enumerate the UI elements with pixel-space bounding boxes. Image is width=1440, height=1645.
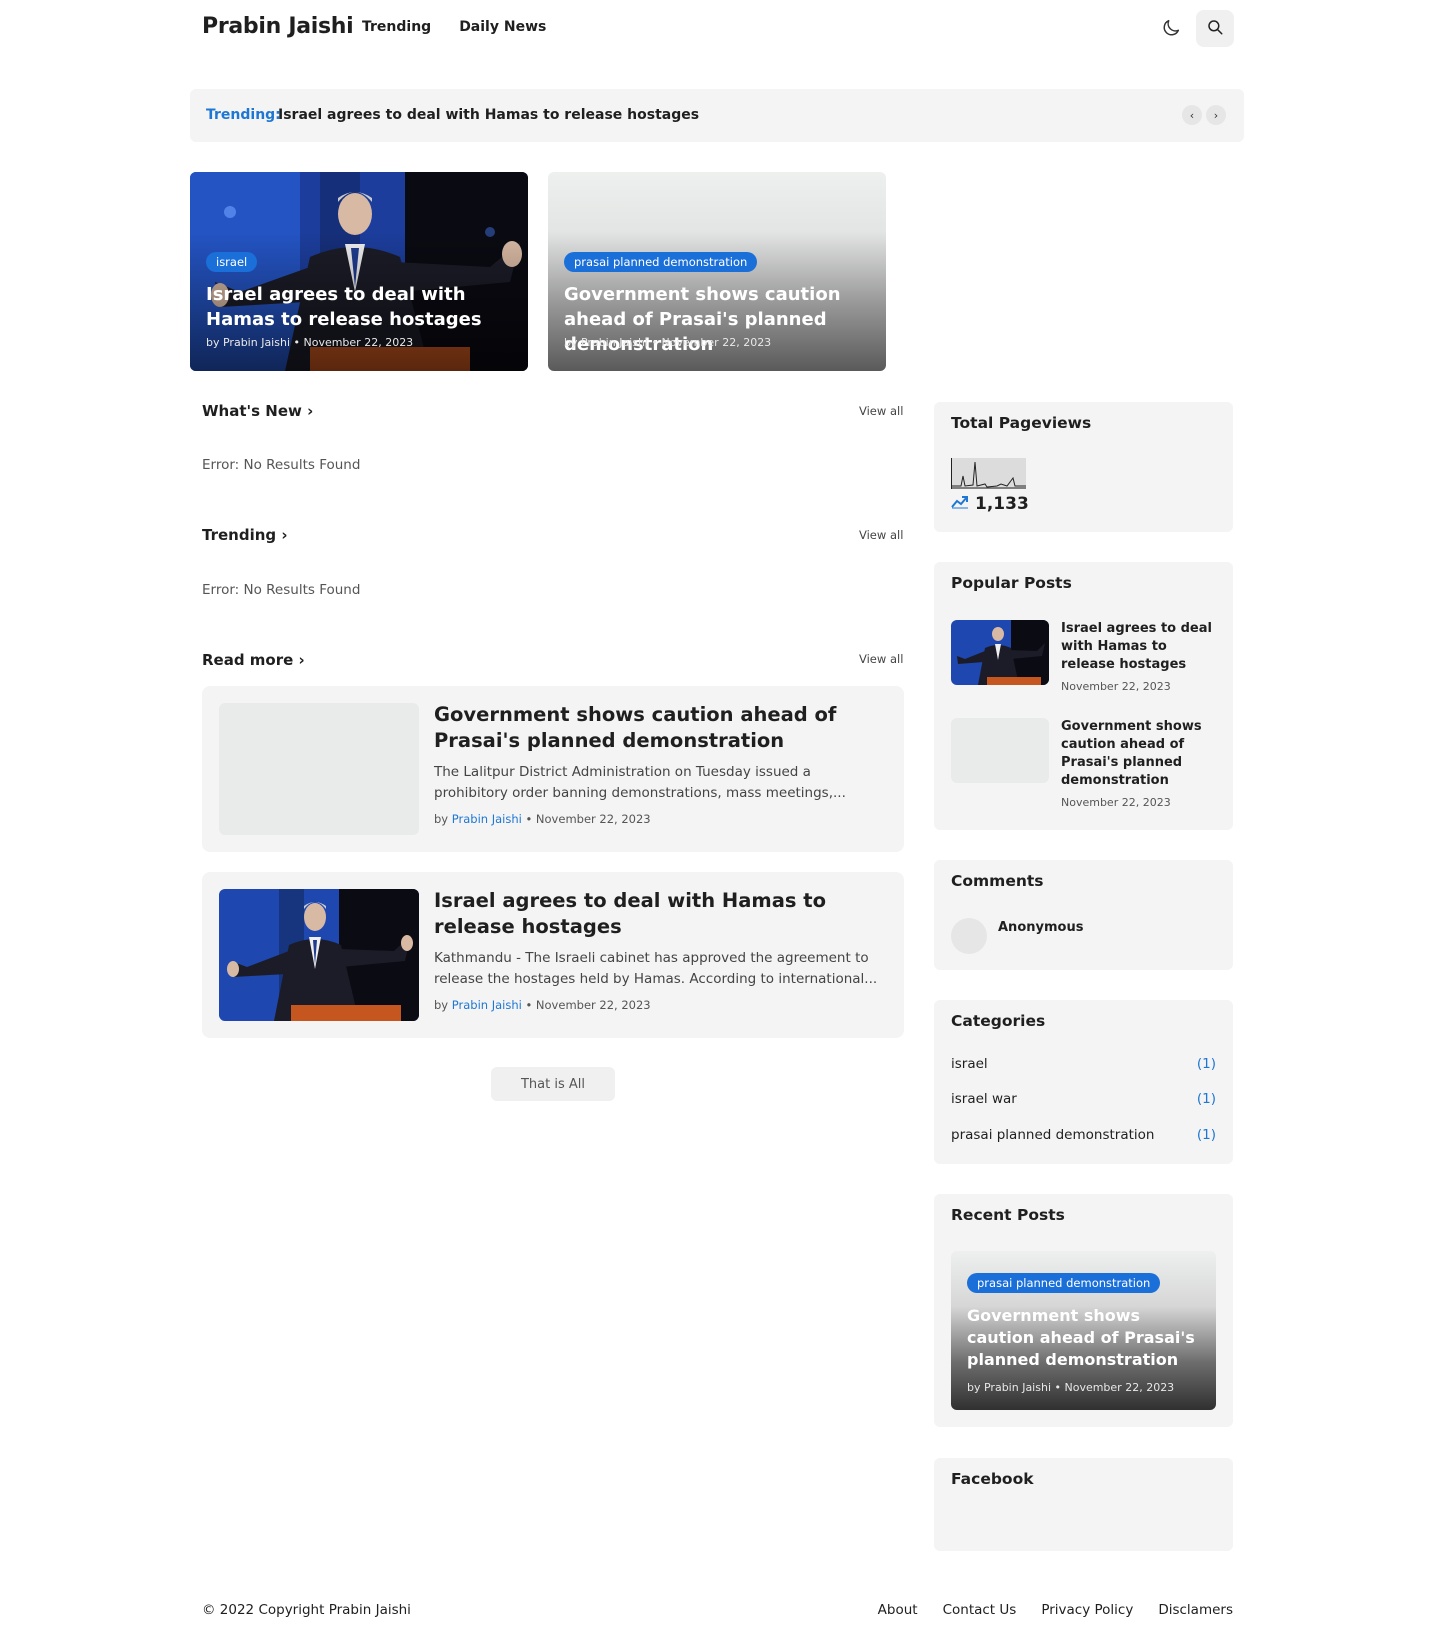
widget-title: Popular Posts — [951, 574, 1072, 592]
post-photo — [951, 620, 1049, 685]
error-message: Error: No Results Found — [202, 582, 361, 598]
ticker-label: Trending: — [206, 107, 281, 123]
recent-post-card[interactable]: prasai planned demonstration Government … — [951, 1251, 1216, 1410]
post-meta: by Prabin Jaishi • November 22, 2023 — [434, 998, 651, 1012]
section-heading-read-more[interactable]: Read more › — [202, 651, 305, 669]
category-tag[interactable]: prasai planned demonstration — [967, 1273, 1161, 1293]
widget-title: Total Pageviews — [951, 414, 1092, 432]
featured-meta: by Prabin Jaishi • November 22, 2023 — [564, 336, 772, 349]
footer-link-contact[interactable]: Contact Us — [943, 1602, 1017, 1618]
commenter-name[interactable]: Anonymous — [998, 920, 1083, 935]
post-snippet: The Lalitpur District Administration on … — [434, 764, 846, 801]
site-logo[interactable]: Prabin Jaishi — [202, 14, 354, 39]
view-all-link[interactable]: View all — [859, 404, 903, 418]
post-thumbnail[interactable] — [951, 620, 1049, 685]
popular-post-date: November 22, 2023 — [1061, 796, 1171, 809]
popular-posts-widget: Popular Posts Israel agrees to deal with… — [934, 562, 1233, 830]
search-button[interactable] — [1196, 10, 1234, 47]
footer-links: About Contact Us Privacy Policy Disclame… — [878, 1602, 1233, 1618]
section-heading-trending[interactable]: Trending › — [202, 526, 288, 544]
post-thumbnail[interactable] — [219, 889, 419, 1021]
avatar — [951, 918, 987, 954]
nav-daily-news[interactable]: Daily News — [459, 19, 546, 35]
category-count: (1) — [1196, 1127, 1216, 1143]
pageviews-widget: Total Pageviews 1,133 — [934, 402, 1233, 532]
chevron-right-icon: › — [293, 651, 305, 669]
end-of-posts-button[interactable]: That is All — [491, 1067, 615, 1101]
featured-post-card[interactable]: israel Israel agrees to deal with Hamas … — [190, 172, 528, 371]
footer-link-privacy[interactable]: Privacy Policy — [1041, 1602, 1133, 1618]
categories-widget: Categories israel (1) israel war (1) pra… — [934, 1000, 1233, 1164]
site-header: Prabin Jaishi Trending Daily News — [0, 0, 1440, 58]
footer-copyright: © 2022 Copyright Prabin Jaishi — [202, 1602, 411, 1618]
popular-post-date: November 22, 2023 — [1061, 680, 1171, 693]
category-item[interactable]: israel war (1) — [951, 1091, 1216, 1107]
category-tag[interactable]: israel — [206, 252, 258, 272]
category-count: (1) — [1196, 1091, 1216, 1107]
search-icon — [1206, 18, 1224, 40]
pageviews-sparkline — [951, 458, 1026, 489]
author-link[interactable]: Prabin Jaishi — [452, 998, 522, 1012]
post-title[interactable]: Israel agrees to deal with Hamas to rele… — [434, 888, 884, 940]
trending-ticker: Trending: Israel agrees to deal with Ham… — [190, 89, 1244, 142]
post-snippet: Kathmandu - The Israeli cabinet has appr… — [434, 950, 878, 987]
nav-trending[interactable]: Trending — [362, 19, 431, 35]
author-link[interactable]: Prabin Jaishi — [452, 812, 522, 826]
error-message: Error: No Results Found — [202, 457, 361, 473]
post-card: Israel agrees to deal with Hamas to rele… — [202, 872, 904, 1038]
footer-link-about[interactable]: About — [878, 1602, 918, 1618]
post-title[interactable]: Government shows caution ahead of Prasai… — [434, 702, 884, 754]
post-card: Government shows caution ahead of Prasai… — [202, 686, 904, 852]
widget-title: Recent Posts — [951, 1206, 1065, 1224]
post-thumbnail[interactable] — [951, 718, 1049, 783]
popular-post-title[interactable]: Israel agrees to deal with Hamas to rele… — [1061, 620, 1216, 674]
category-count: (1) — [1196, 1056, 1216, 1072]
comments-widget: Comments Anonymous — [934, 860, 1233, 970]
chevron-left-icon[interactable]: ‹ — [1182, 105, 1202, 125]
trending-up-icon — [951, 494, 969, 514]
post-meta: by Prabin Jaishi • November 22, 2023 — [434, 812, 651, 826]
category-item[interactable]: israel (1) — [951, 1056, 1216, 1072]
main-nav: Trending Daily News — [362, 19, 546, 35]
footer-link-disclaimers[interactable]: Disclamers — [1158, 1602, 1233, 1618]
featured-meta: by Prabin Jaishi • November 22, 2023 — [206, 336, 414, 349]
category-tag[interactable]: prasai planned demonstration — [564, 252, 758, 272]
view-all-link[interactable]: View all — [859, 652, 903, 666]
popular-post-title[interactable]: Government shows caution ahead of Prasai… — [1061, 718, 1216, 790]
recent-post-meta: by Prabin Jaishi • November 22, 2023 — [967, 1381, 1175, 1394]
view-all-link[interactable]: View all — [859, 528, 903, 542]
recent-posts-widget: Recent Posts prasai planned demonstratio… — [934, 1194, 1233, 1427]
chevron-right-icon: › — [301, 402, 314, 420]
post-thumbnail[interactable] — [219, 703, 419, 835]
facebook-widget: Facebook — [934, 1458, 1233, 1551]
featured-title[interactable]: Israel agrees to deal with Hamas to rele… — [206, 282, 516, 332]
widget-title: Categories — [951, 1012, 1046, 1030]
chevron-right-icon: › — [276, 526, 288, 544]
chevron-right-icon[interactable]: › — [1206, 105, 1226, 125]
recent-post-title[interactable]: Government shows caution ahead of Prasai… — [967, 1305, 1202, 1371]
post-photo — [219, 889, 419, 1021]
category-item[interactable]: prasai planned demonstration (1) — [951, 1127, 1216, 1143]
featured-post-card[interactable]: prasai planned demonstration Government … — [548, 172, 886, 371]
widget-title: Facebook — [951, 1470, 1034, 1488]
widget-title: Comments — [951, 872, 1044, 890]
moon-icon[interactable] — [1160, 17, 1182, 39]
section-heading-whats-new[interactable]: What's New › — [202, 402, 313, 420]
pageviews-count: 1,133 — [951, 494, 1029, 514]
ticker-headline[interactable]: Israel agrees to deal with Hamas to rele… — [278, 107, 699, 123]
